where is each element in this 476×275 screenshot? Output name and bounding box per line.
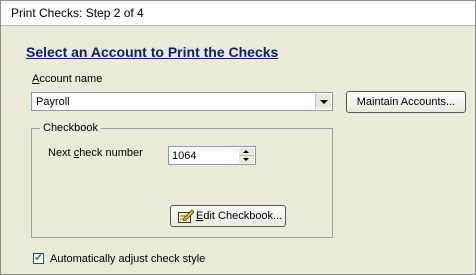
title-bar: Print Checks: Step 2 of 4 [1,1,475,26]
chevron-down-icon [320,100,328,104]
account-dropdown-value: Payroll [36,96,70,108]
checkbook-group-title: Checkbook [40,122,102,134]
window-title: Print Checks: Step 2 of 4 [11,6,144,20]
spin-down-icon [243,158,249,161]
auto-adjust-checkbox[interactable]: ✔ [33,252,44,264]
spin-down-button[interactable] [239,156,254,163]
maintain-accounts-button[interactable]: Maintain Accounts... [346,91,466,113]
account-name-label: Account name [32,73,103,85]
edit-pencil-icon [178,209,194,223]
next-check-number-input[interactable]: 1064 [168,146,256,165]
auto-adjust-label[interactable]: Automatically adjust check style [50,253,205,265]
account-dropdown[interactable]: Payroll [31,92,333,111]
dropdown-arrow-button[interactable] [315,94,331,109]
spin-buttons [239,148,254,163]
spin-up-icon [243,150,249,153]
next-check-number-label: Next check number [48,147,143,159]
checkmark-icon: ✔ [34,252,44,264]
page-heading: Select an Account to Print the Checks [26,44,279,60]
edit-checkbook-button[interactable]: Edit Checkbook... [170,205,286,227]
next-check-number-value: 1064 [172,150,197,162]
spin-up-button[interactable] [239,148,254,156]
